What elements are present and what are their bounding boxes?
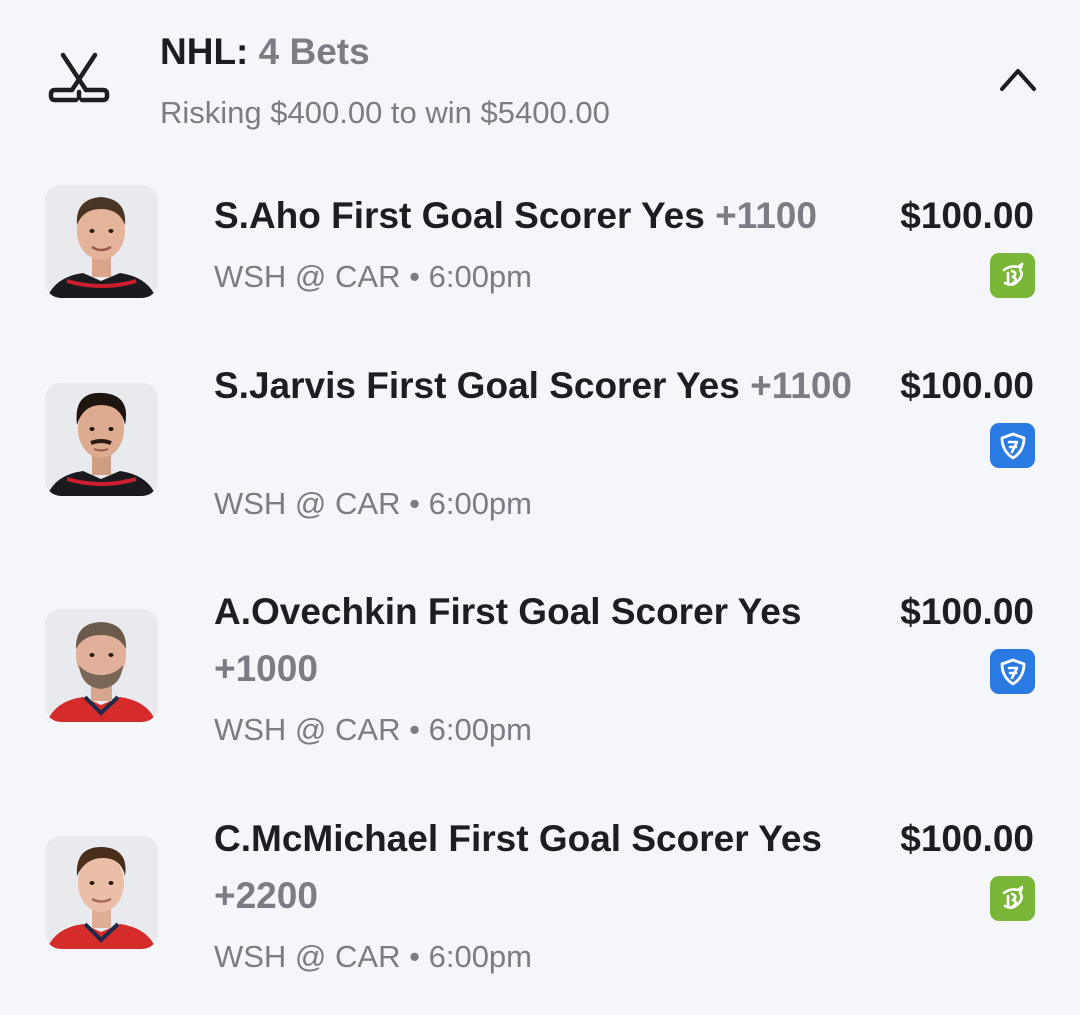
bet-selection: C.McMichael First Goal Scorer Yes +2200 [214,810,854,924]
chevron-up-icon [1000,69,1036,91]
league-group-header[interactable]: NHL: 4 Bets Risking $400.00 to win $5400… [0,0,1080,150]
game-info: WSH @ CAR • 6:00pm [214,710,532,750]
bet-amount: $100.00 [900,365,1034,406]
bet-amount: $100.00 [900,818,1034,859]
selection-text: C.McMichael First Goal Scorer Yes [214,818,823,859]
odds-text: +1100 [750,365,853,406]
player-avatar [45,609,158,722]
separator-dot: • [409,712,420,747]
separator-dot: • [409,486,420,521]
game-matchup: WSH @ CAR [214,939,401,974]
selection-text: S.Jarvis First Goal Scorer Yes [214,365,740,406]
league-name: NHL: [160,31,249,72]
hockey-sticks-icon [48,52,110,104]
bet-row[interactable]: A.Ovechkin First Goal Scorer Yes +1000 W… [0,586,1080,776]
game-time: 6:00pm [428,712,532,747]
bet-amount: $100.00 [900,591,1034,632]
bet-selection: S.Aho First Goal Scorer Yes +1100 [214,187,854,244]
bet-row[interactable]: S.Aho First Goal Scorer Yes +1100 WSH @ … [0,160,1080,330]
collapse-button[interactable] [992,58,1044,102]
fanduel-icon [990,649,1035,694]
bet-row[interactable]: C.McMichael First Goal Scorer Yes +2200 … [0,813,1080,1003]
league-title: NHL: 4 Bets [160,30,370,74]
odds-text: +1100 [715,195,817,236]
game-info: WSH @ CAR • 6:00pm [214,257,532,297]
game-time: 6:00pm [428,939,532,974]
bet-count: 4 Bets [258,31,370,72]
player-avatar [45,836,158,949]
draftkings-icon [990,876,1035,921]
selection-text: S.Aho First Goal Scorer Yes [214,195,705,236]
game-matchup: WSH @ CAR [214,712,401,747]
player-avatar [45,185,158,298]
game-time: 6:00pm [428,486,532,521]
game-info: WSH @ CAR • 6:00pm [214,484,532,524]
game-info: WSH @ CAR • 6:00pm [214,937,532,977]
separator-dot: • [409,259,420,294]
fanduel-icon [990,423,1035,468]
bet-amount: $100.00 [900,195,1034,236]
separator-dot: • [409,939,420,974]
player-avatar [45,383,158,496]
risk-summary: Risking $400.00 to win $5400.00 [160,95,610,130]
draftkings-icon [990,253,1035,298]
bet-row[interactable]: S.Jarvis First Goal Scorer Yes +1100 WSH… [0,360,1080,550]
selection-text: A.Ovechkin First Goal Scorer Yes [214,591,802,632]
odds-text: +1000 [214,648,318,689]
bet-selection: A.Ovechkin First Goal Scorer Yes +1000 [214,583,854,697]
odds-text: +2200 [214,875,318,916]
game-matchup: WSH @ CAR [214,486,401,521]
bet-selection: S.Jarvis First Goal Scorer Yes +1100 [214,357,854,414]
game-time: 6:00pm [428,259,532,294]
game-matchup: WSH @ CAR [214,259,401,294]
